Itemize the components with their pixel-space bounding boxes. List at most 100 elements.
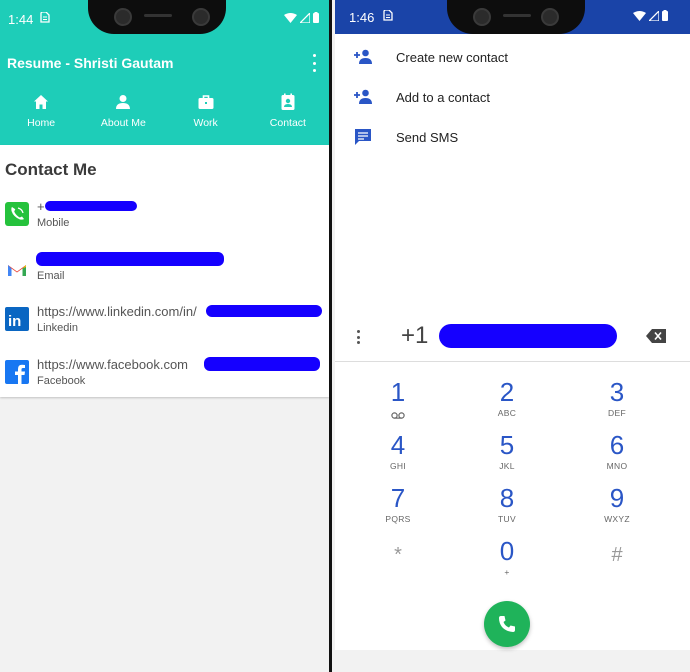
camera-icon <box>114 8 132 26</box>
key-letters: TUV <box>498 514 516 524</box>
facebook-icon <box>5 360 29 384</box>
wifi-icon <box>284 12 297 23</box>
number-actions-menu: Create new contact Add to a contact Send… <box>335 34 690 310</box>
tab-about-me[interactable]: About Me <box>82 93 164 137</box>
key-8[interactable]: 8 TUV <box>467 484 547 532</box>
key-digit: 9 <box>609 483 625 513</box>
battery-icon <box>313 12 319 23</box>
tab-home[interactable]: Home <box>0 93 82 137</box>
resume-app-screen: 1:44 Resume - Shristi Gautam Home About … <box>0 0 332 672</box>
dialpad: +1 1 2 ABC 3 DEF 4 GHI 5 JKL 6 MNO 7 PQR… <box>335 310 690 650</box>
contact-row-email[interactable]: Email <box>0 250 329 290</box>
camera-icon <box>192 8 210 26</box>
message-icon <box>355 129 371 145</box>
contact-value: https://www.facebook.com <box>37 357 189 372</box>
overflow-menu-icon[interactable] <box>311 54 317 72</box>
dialpad-overflow-icon[interactable] <box>357 330 361 344</box>
call-button[interactable] <box>484 601 530 647</box>
tab-label: Home <box>27 117 56 129</box>
key-9[interactable]: 9 WXYZ <box>577 484 657 532</box>
key-3[interactable]: 3 DEF <box>577 378 657 426</box>
camera-icon <box>541 8 559 26</box>
menu-item-label: Create new contact <box>396 49 509 65</box>
key-7[interactable]: 7 PQRS <box>358 484 438 532</box>
section-title: Contact Me <box>5 160 97 179</box>
key-letters: GHI <box>389 461 406 471</box>
key-letters: DEF <box>608 408 626 418</box>
key-letters: WXYZ <box>604 514 630 524</box>
redaction-mark <box>36 252 224 266</box>
person-icon <box>116 95 131 109</box>
key-letters: ABC <box>497 408 517 418</box>
key-digit: 7 <box>390 483 406 513</box>
signal-icon <box>300 12 310 23</box>
dialed-number[interactable]: +1 <box>401 322 428 350</box>
key-digit: # <box>611 544 623 566</box>
tab-label: About Me <box>100 117 146 129</box>
app-header: 1:44 Resume - Shristi Gautam Home About … <box>0 0 329 145</box>
camera-notch <box>447 0 585 34</box>
tab-label: Work <box>193 117 218 129</box>
send-sms-item[interactable]: Send SMS <box>335 117 690 157</box>
camera-icon <box>473 8 491 26</box>
key-star[interactable]: * <box>358 541 438 589</box>
key-5[interactable]: 5 JKL <box>467 431 547 479</box>
contact-row-mobile[interactable]: + Mobile <box>0 197 329 237</box>
key-1[interactable]: 1 <box>358 378 438 426</box>
screenshot-stage: 1:44 Resume - Shristi Gautam Home About … <box>0 0 690 672</box>
status-icons <box>284 12 319 23</box>
contact-label: Mobile <box>37 217 70 229</box>
speaker-grille <box>144 14 172 17</box>
contact-row-linkedin[interactable]: in https://www.linkedin.com/in/ Linkedin <box>0 302 329 342</box>
sim-icon <box>383 9 393 24</box>
tab-contact[interactable]: Contact <box>247 93 329 137</box>
sim-icon <box>40 11 50 26</box>
briefcase-icon <box>198 95 214 109</box>
key-digit: 3 <box>609 377 625 407</box>
status-icons <box>633 10 668 21</box>
backspace-icon[interactable] <box>646 329 666 343</box>
wifi-icon <box>633 10 646 21</box>
key-2[interactable]: 2 ABC <box>467 378 547 426</box>
home-icon <box>34 95 49 109</box>
contact-card-icon <box>281 93 295 110</box>
status-bar: 1:46 <box>335 0 690 34</box>
gmail-icon <box>8 265 26 276</box>
key-letters: MNO <box>606 461 628 471</box>
redaction-mark <box>204 357 320 371</box>
add-person-icon <box>354 49 372 64</box>
status-time: 1:44 <box>8 12 34 27</box>
speaker-grille <box>503 14 531 17</box>
contact-card: Contact Me + Mobile Email in https://www… <box>0 145 329 397</box>
redaction-mark <box>439 324 617 348</box>
key-letters: PQRS <box>385 514 411 524</box>
key-6[interactable]: 6 MNO <box>577 431 657 479</box>
phone-app-icon <box>5 202 29 226</box>
key-digit: 0 <box>499 536 515 566</box>
contact-label: Linkedin <box>37 322 78 334</box>
linkedin-icon: in <box>5 307 29 331</box>
contact-value: + <box>37 199 45 214</box>
contact-label: Email <box>37 270 65 282</box>
tab-bar: Home About Me Work Contact <box>0 93 329 137</box>
status-time: 1:46 <box>349 10 375 25</box>
key-digit: 8 <box>499 483 515 513</box>
add-to-contact-item[interactable]: Add to a contact <box>335 77 690 117</box>
redaction-mark <box>45 201 137 211</box>
key-digit: 6 <box>609 430 625 460</box>
key-digit: 4 <box>390 430 406 460</box>
number-bar: +1 <box>335 310 690 362</box>
redaction-mark <box>206 305 322 317</box>
app-title: Resume - Shristi Gautam <box>7 55 174 71</box>
key-0[interactable]: 0 + <box>467 537 547 585</box>
contact-label: Facebook <box>37 375 86 387</box>
create-new-contact-item[interactable]: Create new contact <box>335 37 690 77</box>
contact-value: https://www.linkedin.com/in/ <box>37 304 197 319</box>
key-hash[interactable]: # <box>577 541 657 589</box>
contact-row-facebook[interactable]: https://www.facebook.com Facebook <box>0 355 329 395</box>
key-digit: 1 <box>390 377 406 407</box>
tab-work[interactable]: Work <box>165 93 247 137</box>
battery-icon <box>662 10 668 21</box>
menu-item-label: Send SMS <box>396 129 459 145</box>
key-4[interactable]: 4 GHI <box>358 431 438 479</box>
